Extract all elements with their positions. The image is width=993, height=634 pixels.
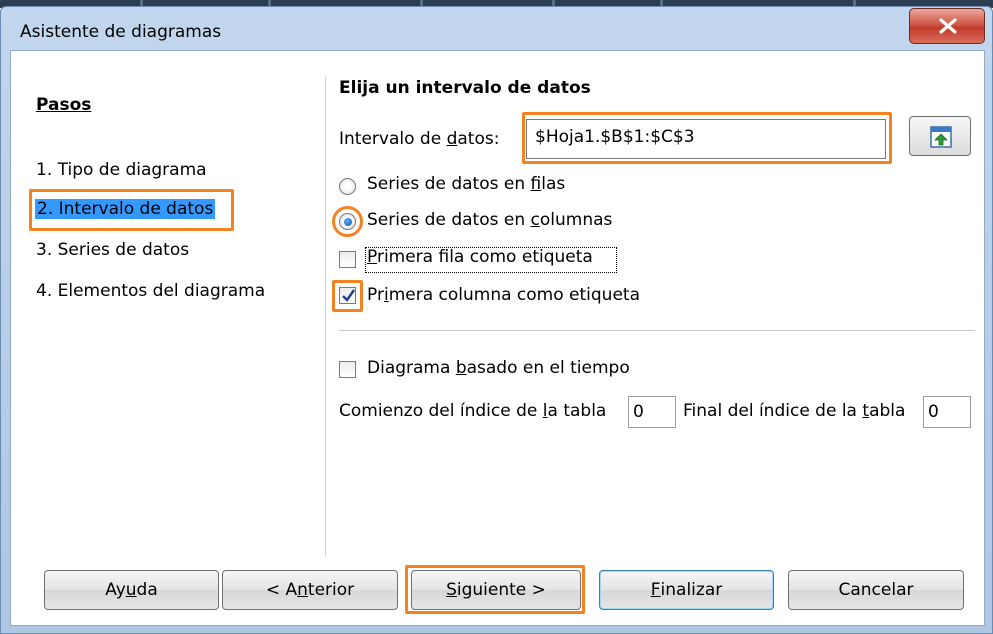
cancel-button[interactable]: Cancelar bbox=[788, 570, 964, 610]
section-title: Elija un intervalo de datos bbox=[339, 78, 591, 98]
time-based-label[interactable]: Diagrama basado en el tiempo bbox=[367, 358, 630, 378]
start-index-label: Comienzo del índice de la tabla bbox=[339, 401, 606, 421]
label-mnemonic: f bbox=[530, 174, 542, 194]
series-columns-label[interactable]: Series de datos en columnas bbox=[367, 210, 612, 230]
label-text: Comienzo del índice de bbox=[339, 401, 543, 421]
label-text: Pr bbox=[367, 285, 384, 305]
start-index-input[interactable]: 0 bbox=[628, 396, 676, 428]
btn-mnemonic: F bbox=[650, 580, 661, 600]
label-text: rimera fila como etiqueta bbox=[376, 247, 593, 267]
finish-button[interactable]: Finalizar bbox=[599, 570, 774, 610]
btn-text: Ay bbox=[105, 580, 126, 600]
btn-text: inalizar bbox=[660, 580, 723, 600]
label-text: a tabla bbox=[547, 401, 607, 421]
btn-text: terior bbox=[307, 580, 355, 600]
help-button[interactable]: Ay u da bbox=[44, 570, 219, 610]
series-rows-radio[interactable] bbox=[339, 178, 356, 195]
section-divider bbox=[339, 330, 975, 331]
label-mnemonic: d bbox=[446, 129, 458, 149]
btn-mnemonic: n bbox=[297, 580, 308, 600]
btn-mnemonic: u bbox=[125, 580, 137, 600]
label-text: Series de datos en bbox=[367, 210, 531, 230]
label-mnemonic: P bbox=[367, 247, 377, 267]
highlight-step bbox=[29, 189, 234, 231]
label-text: Series de datos en bbox=[367, 174, 531, 194]
highlight-range bbox=[522, 112, 892, 164]
label-text: atos: bbox=[457, 129, 500, 149]
btn-text: < A bbox=[265, 580, 298, 600]
step-chart-type[interactable]: 1. Tipo de diagrama bbox=[36, 160, 207, 180]
step-data-series[interactable]: 3. Series de datos bbox=[36, 240, 189, 260]
highlight-checkbox bbox=[332, 280, 363, 312]
label-text: Intervalo de bbox=[339, 129, 447, 149]
label-text: Final del índice de la bbox=[683, 401, 863, 421]
btn-text: da bbox=[136, 580, 158, 600]
label-mnemonic: c bbox=[530, 210, 540, 230]
highlight-radio bbox=[332, 206, 363, 237]
window-title: Asistente de diagramas bbox=[20, 22, 222, 42]
first-row-label-text[interactable]: Primera fila como etiqueta bbox=[367, 247, 593, 267]
label-mnemonic: b bbox=[455, 358, 467, 378]
steps-pane bbox=[24, 77, 326, 557]
end-index-label: Final del índice de la tabla bbox=[683, 401, 905, 421]
data-range-label: Intervalo de datos: bbox=[339, 129, 499, 149]
label-text: mera columna como etiqueta bbox=[388, 285, 640, 305]
close-icon bbox=[939, 18, 957, 34]
first-column-label-text[interactable]: Primera columna como etiqueta bbox=[367, 285, 640, 305]
shrink-dialog-icon bbox=[930, 126, 952, 148]
label-text: asado en el tiempo bbox=[466, 358, 630, 378]
label-text: Diagrama bbox=[367, 358, 456, 378]
label-text: abla bbox=[869, 401, 906, 421]
select-range-button[interactable] bbox=[909, 116, 971, 156]
steps-heading: Pasos bbox=[36, 95, 92, 115]
first-row-label-checkbox[interactable] bbox=[339, 251, 356, 268]
highlight-next bbox=[405, 565, 585, 614]
close-button[interactable] bbox=[909, 8, 985, 44]
label-text: olumnas bbox=[539, 210, 613, 230]
series-rows-label[interactable]: Series de datos en filas bbox=[367, 174, 565, 194]
time-based-checkbox[interactable] bbox=[339, 361, 356, 378]
label-text: ilas bbox=[541, 174, 566, 194]
back-button[interactable]: < An terior bbox=[222, 570, 398, 610]
step-chart-elements[interactable]: 4. Elementos del diagrama bbox=[36, 281, 265, 301]
end-index-input[interactable]: 0 bbox=[923, 396, 971, 428]
